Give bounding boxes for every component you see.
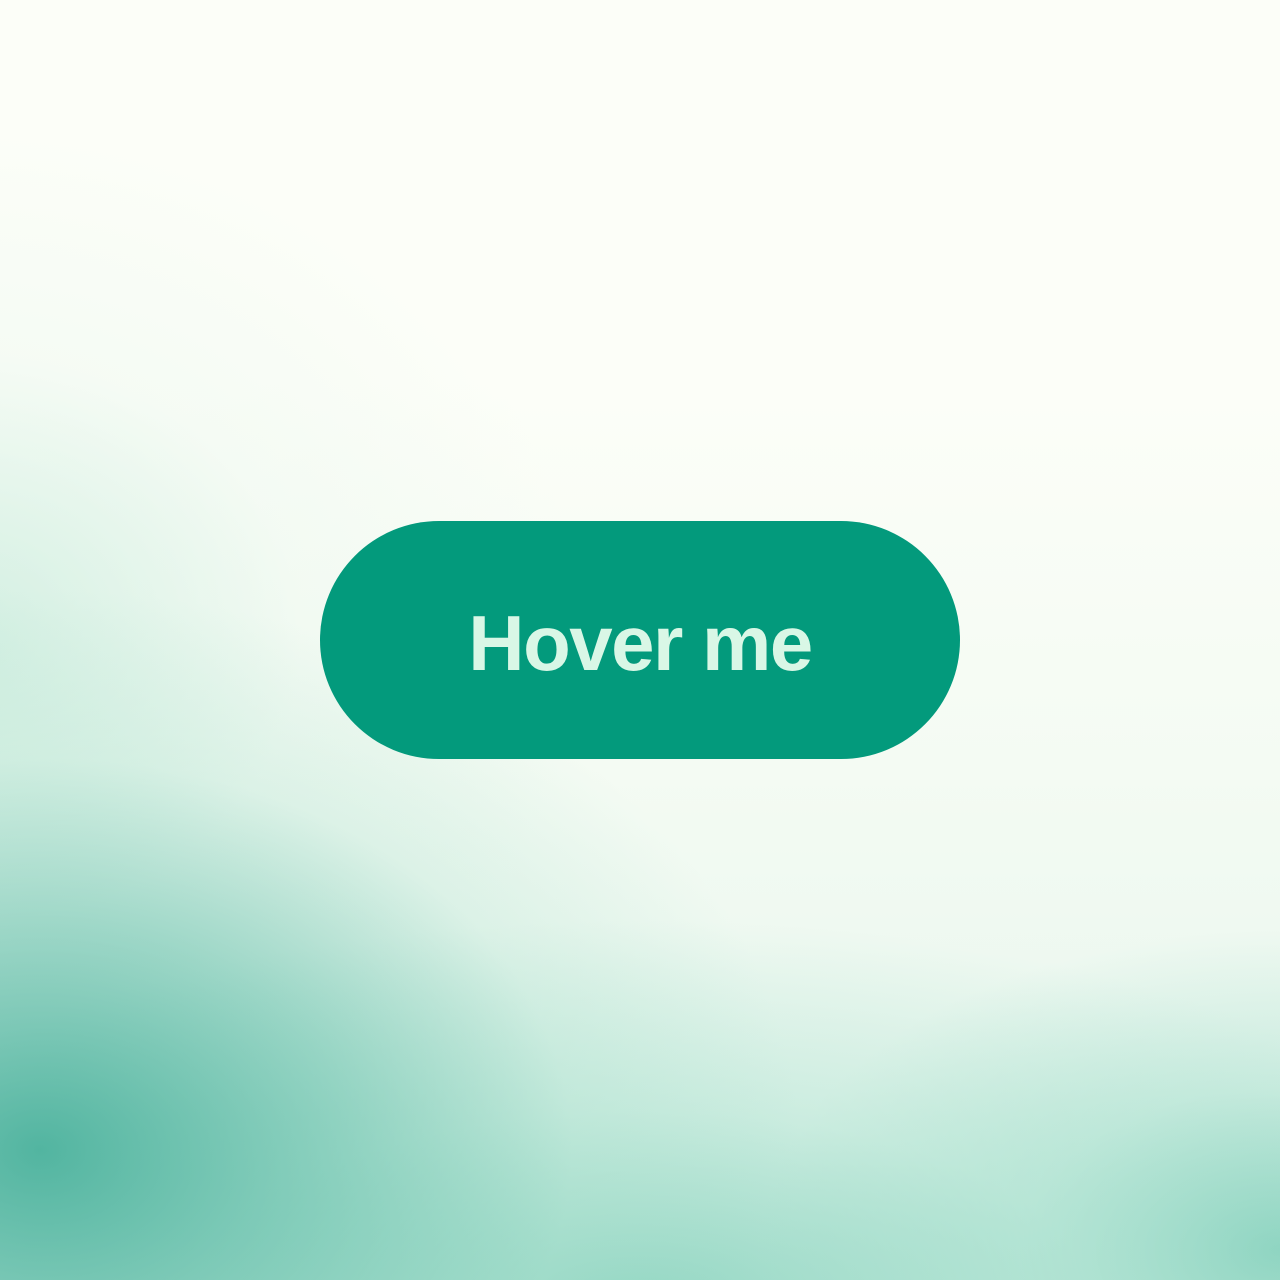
hover-me-button[interactable]: Hover me — [320, 521, 960, 759]
